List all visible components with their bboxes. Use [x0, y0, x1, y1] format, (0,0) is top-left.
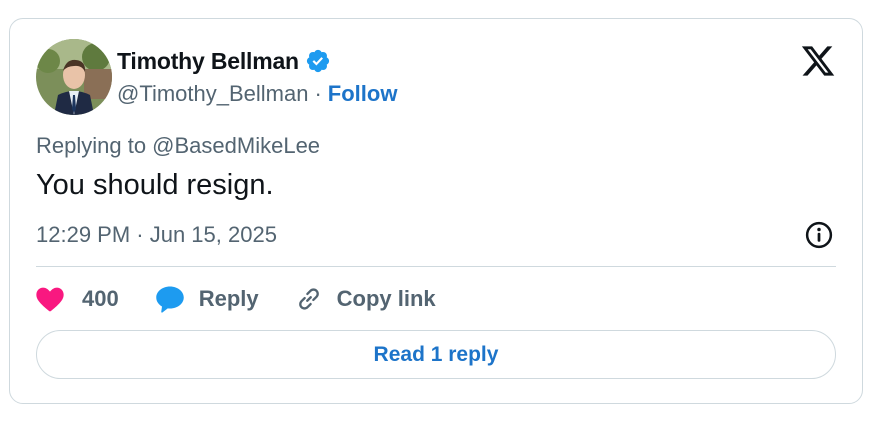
divider — [36, 266, 836, 267]
author-handle[interactable]: @Timothy_Bellman — [117, 81, 308, 107]
tweet-text: You should resign. — [36, 169, 274, 201]
verified-badge-icon — [305, 48, 331, 74]
author-name-row: Timothy Bellman — [117, 45, 331, 77]
display-name[interactable]: Timothy Bellman — [117, 48, 299, 75]
read-replies-button[interactable]: Read 1 reply — [36, 330, 836, 379]
like-count: 400 — [82, 286, 119, 311]
reply-button[interactable]: Reply — [155, 285, 259, 313]
link-icon — [295, 285, 323, 313]
x-logo-icon[interactable] — [800, 43, 836, 79]
tweet-embed-card: Timothy Bellman @Timothy_Bellman · Follo… — [9, 18, 863, 404]
copy-link-label: Copy link — [336, 286, 436, 311]
action-bar: 400 Reply Copy link — [36, 281, 472, 317]
author-handle-row: @Timothy_Bellman · Follow — [117, 79, 397, 109]
heart-icon — [36, 286, 64, 312]
timestamp-link[interactable]: 12:29 PM · Jun 15, 2025 — [36, 222, 277, 248]
follow-link[interactable]: Follow — [328, 81, 398, 107]
replying-to-text: Replying to @BasedMikeLee — [36, 133, 321, 158]
info-icon[interactable] — [804, 220, 834, 250]
separator-dot: · — [314, 81, 322, 106]
reply-bubble-icon — [155, 285, 185, 313]
like-button[interactable]: 400 — [36, 286, 119, 312]
copy-link-button[interactable]: Copy link — [295, 285, 436, 313]
avatar[interactable] — [36, 39, 112, 115]
reply-label: Reply — [198, 286, 259, 311]
